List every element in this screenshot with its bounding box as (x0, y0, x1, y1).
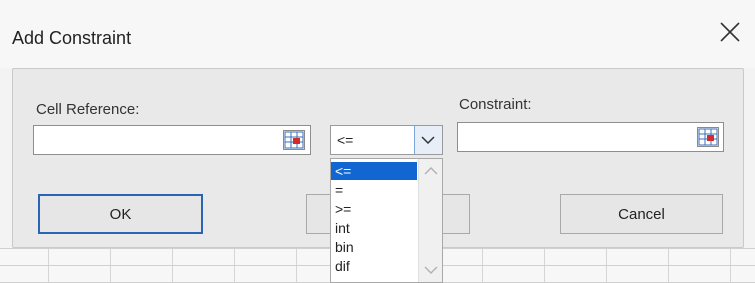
cancel-button-label: Cancel (618, 205, 665, 223)
constraint-input[interactable] (457, 122, 724, 152)
operator-option[interactable]: dif (331, 257, 417, 275)
dialog-title: Add Constraint (12, 28, 132, 48)
operator-option[interactable]: int (331, 219, 417, 237)
operator-dropdown-button[interactable] (414, 126, 442, 154)
cell-reference-label: Cell Reference: (36, 101, 140, 118)
scroll-down-icon[interactable] (423, 265, 439, 275)
constraint-label: Constraint: (459, 96, 532, 113)
ok-button[interactable]: OK (38, 194, 203, 234)
operator-combo[interactable]: <= (330, 125, 443, 155)
operator-option[interactable]: >= (331, 200, 417, 218)
scroll-up-icon[interactable] (423, 166, 439, 176)
operator-option[interactable]: bin (331, 238, 417, 256)
cell-reference-range-button[interactable] (283, 130, 305, 150)
operator-option[interactable]: = (331, 181, 417, 199)
operator-dropdown-list[interactable]: <= = >= int bin dif (330, 158, 443, 283)
ok-button-label: OK (109, 205, 132, 223)
title-bar: Add Constraint (0, 0, 755, 68)
close-icon[interactable] (718, 20, 742, 44)
range-selector-icon (698, 128, 718, 146)
operator-option[interactable]: <= (331, 162, 417, 180)
operator-selected-value: <= (337, 132, 354, 148)
chevron-down-icon (421, 136, 435, 145)
range-selector-icon (284, 131, 304, 149)
constraint-range-button[interactable] (697, 127, 719, 147)
cell-reference-input[interactable] (33, 125, 311, 155)
cancel-button[interactable]: Cancel (560, 194, 723, 234)
dropdown-scrollbar[interactable] (418, 159, 442, 282)
